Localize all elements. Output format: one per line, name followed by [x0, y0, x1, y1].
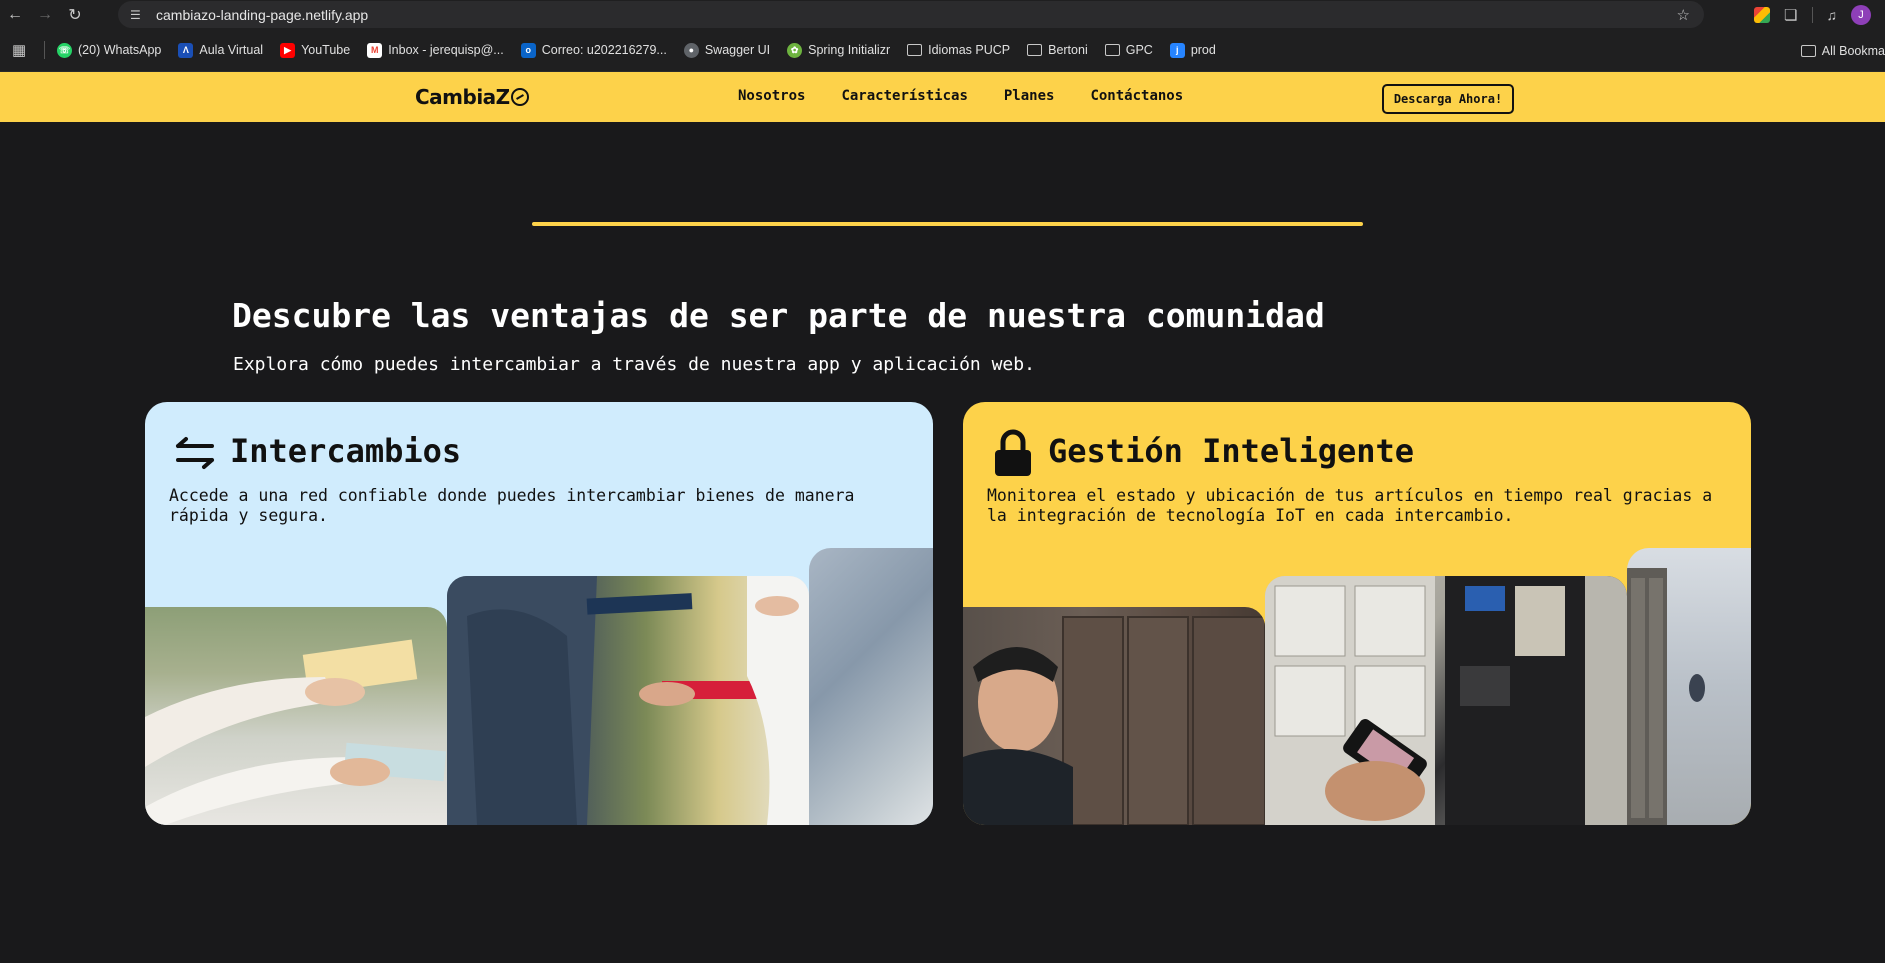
- all-bookmarks[interactable]: All Bookma: [1800, 29, 1885, 72]
- bookmark-outlook[interactable]: o Correo: u202216279...: [520, 42, 667, 58]
- url-text[interactable]: cambiazo-landing-page.netlify.app: [156, 7, 368, 23]
- folder-icon: [907, 44, 923, 56]
- logo-ring-icon: [510, 88, 529, 106]
- toolbar-divider: [1811, 6, 1813, 23]
- gmail-icon: M: [367, 42, 383, 58]
- bookmarks-divider: [44, 41, 45, 59]
- bookmark-prod[interactable]: j prod: [1169, 42, 1216, 58]
- denim-detail-photo: [809, 548, 933, 825]
- feature-card-intercambios: Intercambios Accede a una red confiable …: [145, 402, 933, 825]
- profile-avatar[interactable]: J: [1851, 4, 1871, 25]
- hands-exchange-photo: [145, 607, 447, 825]
- jira-icon: j: [1169, 42, 1185, 58]
- bookmark-label: Inbox - jerequisp@...: [388, 43, 504, 57]
- nav-link-caracteristicas[interactable]: Características: [841, 88, 967, 104]
- bookmark-youtube[interactable]: ▶ YouTube: [280, 42, 351, 58]
- logo-text: CambiaZ: [415, 85, 510, 109]
- bookmark-folder-gpc[interactable]: GPC: [1104, 43, 1153, 57]
- bookmarks-bar: ▦ ☏ (20) WhatsApp Λ Aula Virtual ▶ YouTu…: [0, 29, 1885, 72]
- site-info-icon[interactable]: ☰: [130, 8, 152, 22]
- bookmark-folder-idiomas[interactable]: Idiomas PUCP: [907, 43, 1010, 57]
- media-control-icon[interactable]: ♫: [1827, 7, 1838, 23]
- folder-icon: [1800, 44, 1816, 57]
- bookmark-label: Spring Initializr: [808, 43, 891, 57]
- folder-icon: [1104, 44, 1120, 56]
- smart-locker-photo: [1265, 576, 1627, 825]
- nav-link-nosotros[interactable]: Nosotros: [738, 88, 805, 104]
- bookmark-gmail[interactable]: M Inbox - jerequisp@...: [367, 42, 504, 58]
- browser-toolbar: ← → ↻ ☰ cambiazo-landing-page.netlify.ap…: [0, 0, 1885, 29]
- locker-person-photo: [963, 607, 1265, 825]
- bookmark-label: prod: [1190, 43, 1216, 57]
- bookmark-label: (20) WhatsApp: [78, 43, 162, 57]
- globe-icon: ●: [683, 42, 699, 58]
- outlook-icon: o: [520, 42, 536, 58]
- address-bar[interactable]: ☰ cambiazo-landing-page.netlify.app ☆: [118, 1, 1704, 28]
- extension-icon[interactable]: [1754, 6, 1771, 23]
- bookmark-spring[interactable]: ✿ Spring Initializr: [787, 42, 891, 58]
- back-icon[interactable]: ←: [0, 0, 30, 29]
- download-button[interactable]: Descarga Ahora!: [1382, 84, 1514, 114]
- spring-icon: ✿: [787, 42, 803, 58]
- nav-links: Nosotros Características Planes Contácta…: [738, 88, 1183, 104]
- section-divider: [532, 222, 1363, 226]
- site-navbar: CambiaZ Nosotros Características Planes …: [0, 72, 1885, 122]
- books-exchange-photo: [447, 576, 809, 825]
- bookmark-star-icon[interactable]: ☆: [1677, 6, 1690, 24]
- bookmark-label: Bertoni: [1048, 43, 1088, 57]
- card-title: Intercambios: [230, 432, 462, 470]
- bookmark-aula-virtual[interactable]: Λ Aula Virtual: [178, 42, 264, 58]
- apps-grid-icon[interactable]: ▦: [12, 41, 34, 59]
- exchange-arrows-icon: [176, 437, 214, 469]
- extensions-puzzle-icon[interactable]: ❏: [1784, 6, 1797, 24]
- feature-card-gestion: Gestión Inteligente Monitorea el estado …: [963, 402, 1751, 825]
- nav-link-contactanos[interactable]: Contáctanos: [1090, 88, 1183, 104]
- bookmark-label: GPC: [1125, 43, 1153, 57]
- card-title: Gestión Inteligente: [1048, 432, 1415, 470]
- section-heading: Descubre las ventajas de ser parte de nu…: [232, 296, 1325, 335]
- forward-icon[interactable]: →: [30, 0, 60, 29]
- card-description: Accede a una red confiable donde puedes …: [169, 486, 855, 525]
- card-description: Monitorea el estado y ubicación de tus a…: [987, 486, 1713, 525]
- aula-virtual-icon: Λ: [178, 42, 194, 58]
- bookmark-label: Idiomas PUCP: [928, 43, 1011, 57]
- whatsapp-icon: ☏: [57, 42, 72, 58]
- section-subheading: Explora cómo puedes intercambiar a travé…: [233, 354, 1035, 375]
- reload-icon[interactable]: ↻: [60, 0, 90, 29]
- youtube-icon: ▶: [280, 42, 296, 58]
- bookmark-label: Aula Virtual: [199, 43, 264, 57]
- lock-icon: [995, 429, 1031, 476]
- office-lockers-photo: [1627, 548, 1751, 825]
- nav-link-planes[interactable]: Planes: [1004, 88, 1055, 104]
- bookmark-whatsapp[interactable]: ☏ (20) WhatsApp: [57, 42, 162, 58]
- bookmark-label: Correo: u202216279...: [541, 43, 667, 57]
- folder-icon: [1027, 44, 1043, 56]
- bookmark-swagger[interactable]: ● Swagger UI: [683, 42, 771, 58]
- bookmark-label: Swagger UI: [704, 43, 771, 57]
- bookmark-label: YouTube: [301, 43, 351, 57]
- all-bookmarks-label: All Bookma: [1821, 43, 1885, 58]
- site-logo[interactable]: CambiaZ: [415, 85, 529, 109]
- bookmark-folder-bertoni[interactable]: Bertoni: [1027, 43, 1088, 57]
